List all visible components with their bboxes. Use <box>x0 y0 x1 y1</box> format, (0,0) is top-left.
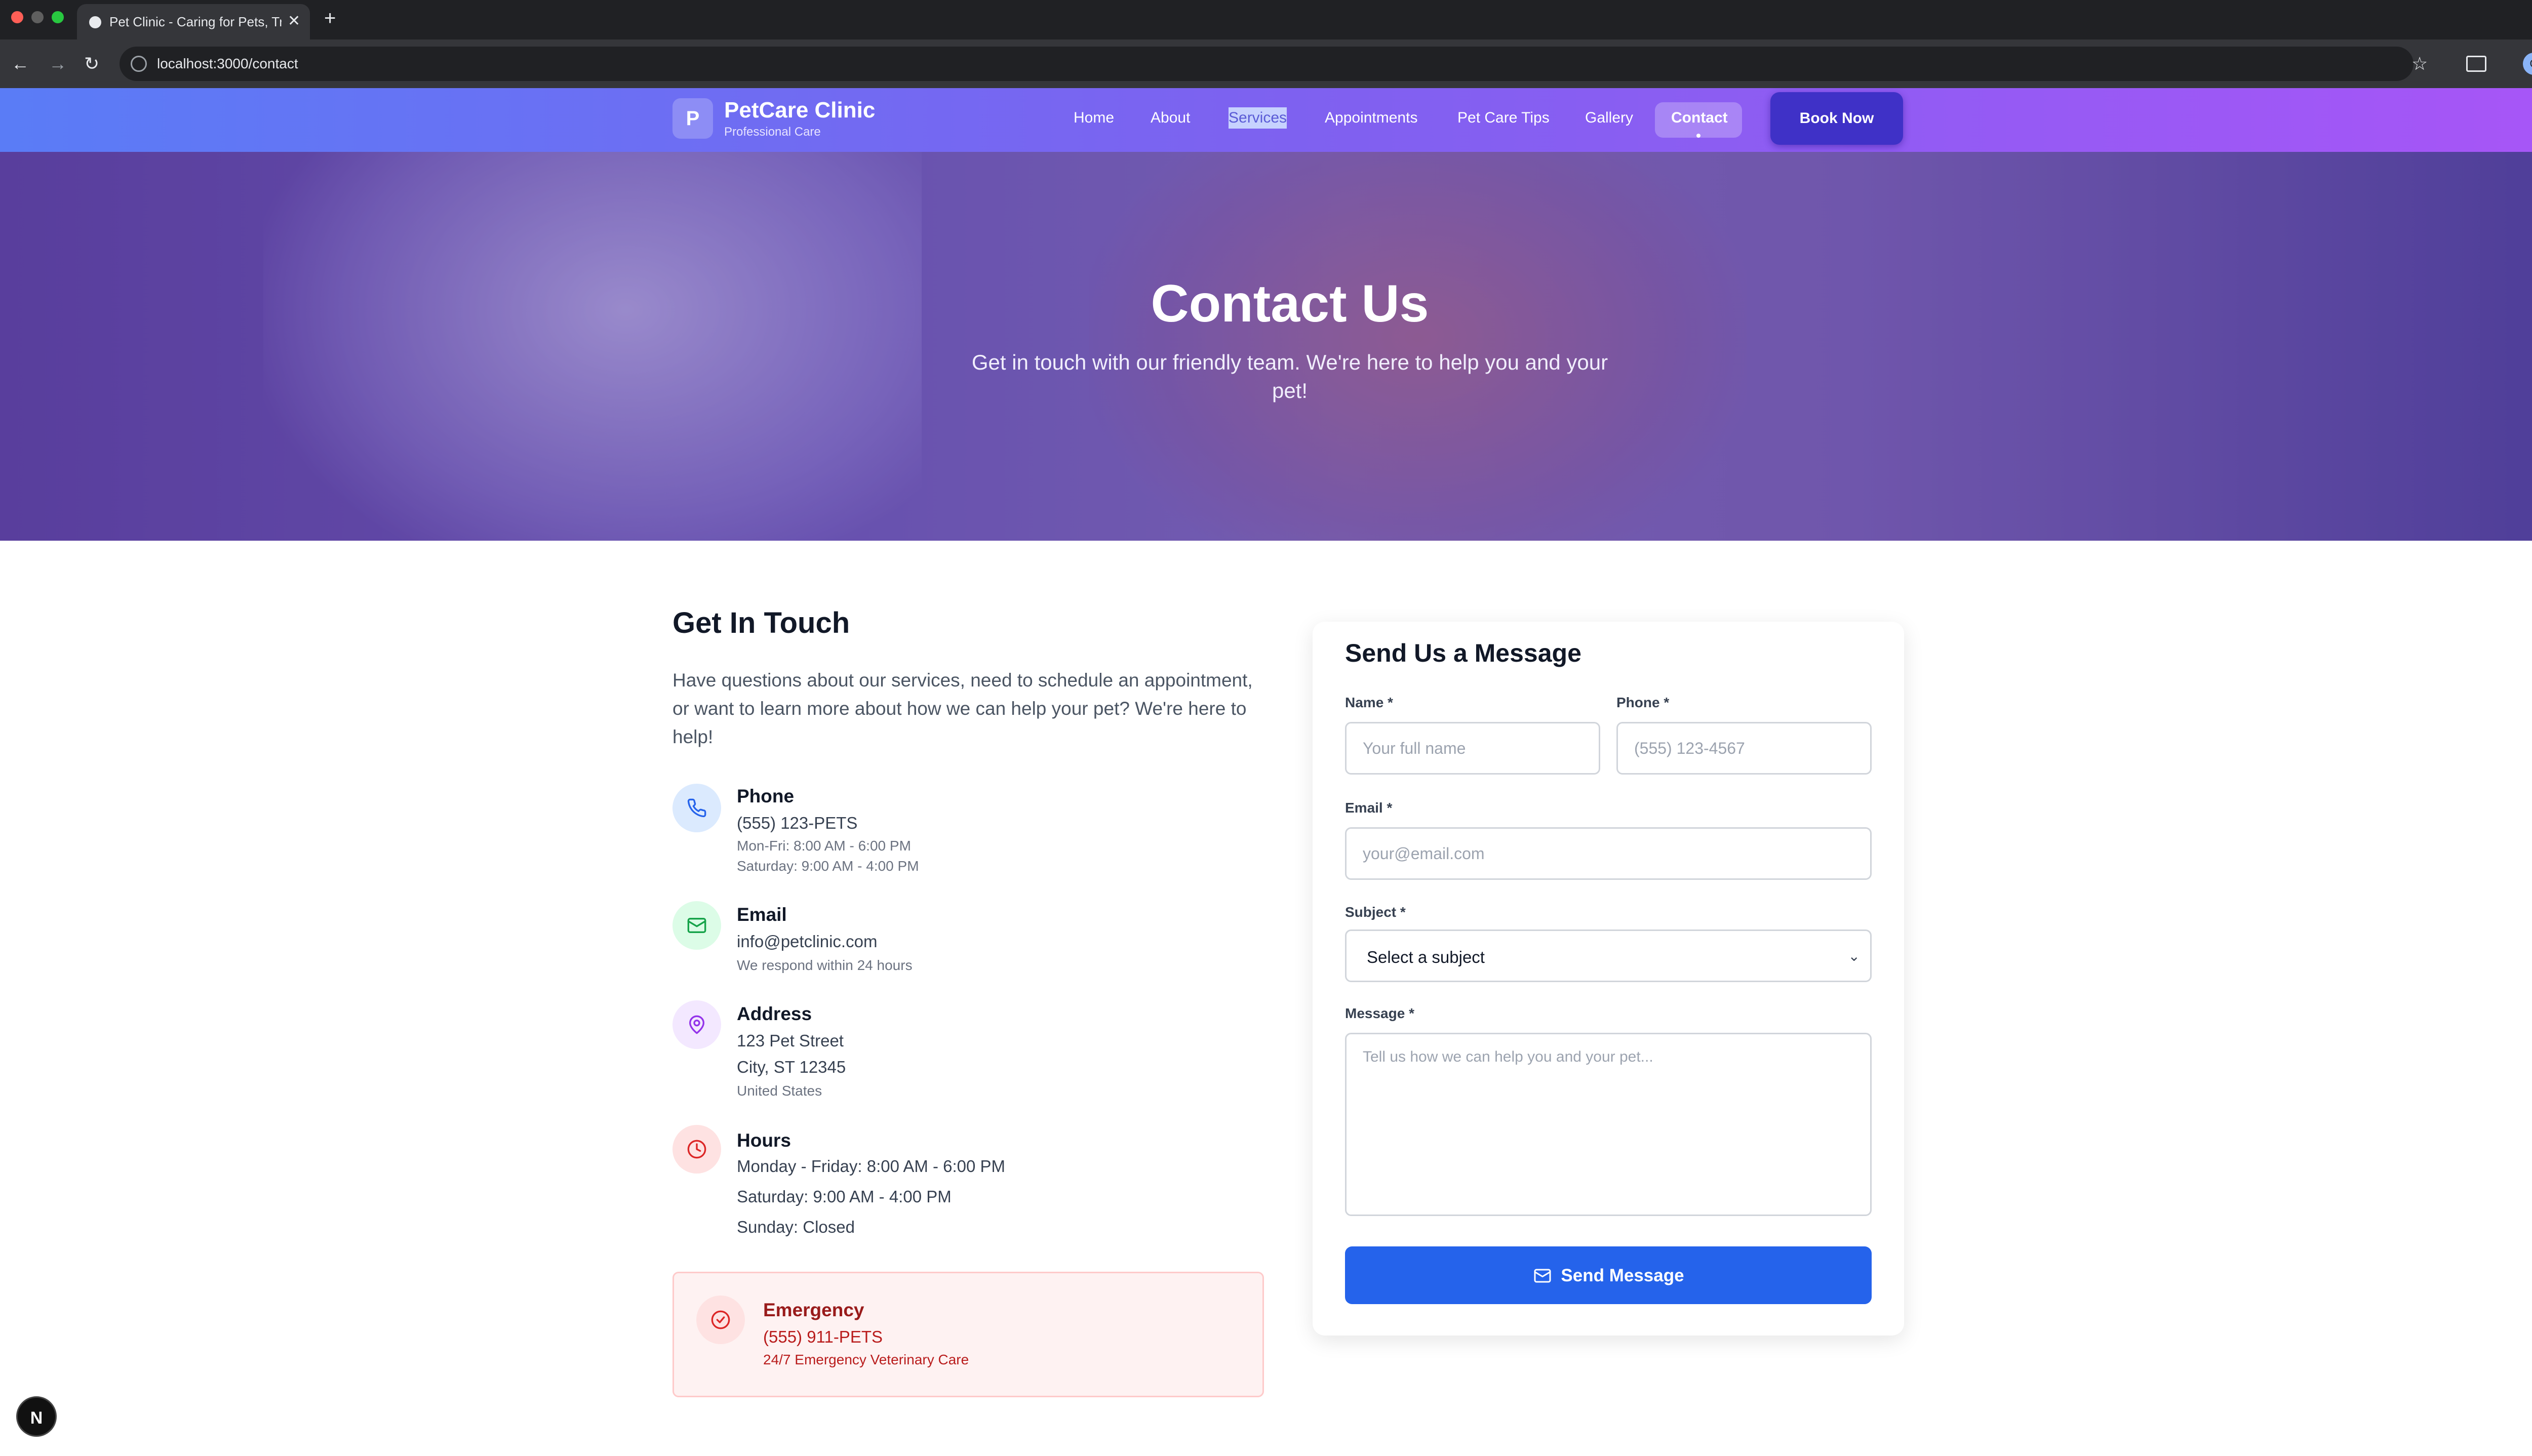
forward-icon[interactable]: → <box>49 53 67 75</box>
address-bar[interactable]: localhost:3000/contact ☆ <box>120 47 2428 81</box>
phone-title: Phone <box>737 786 795 806</box>
address-title: Address <box>737 1003 812 1024</box>
new-tab-button[interactable]: + <box>324 6 336 30</box>
subject-label: Subject * <box>1345 904 1406 920</box>
logo-icon[interactable]: P <box>672 98 713 139</box>
subject-selected-value: Select a subject <box>1367 948 1485 966</box>
nav-about[interactable]: About <box>1151 107 1190 129</box>
phone-icon <box>672 784 721 832</box>
address-city: City, ST 12345 <box>737 1058 846 1076</box>
site-header: P PetCare Clinic Professional Care Home … <box>0 88 2532 152</box>
tab-close-icon[interactable]: ✕ <box>288 12 300 30</box>
bookmark-star-icon[interactable]: ☆ <box>2411 53 2428 75</box>
browser-tab[interactable]: Pet Clinic - Caring for Pets, Tr ✕ <box>77 4 310 39</box>
hero-banner: Contact Us Get in touch with our friendl… <box>0 152 2532 541</box>
minimize-window-button[interactable] <box>31 11 44 23</box>
tab-title: Pet Clinic - Caring for Pets, Tr <box>109 14 282 29</box>
message-field[interactable] <box>1345 1033 1872 1216</box>
nav-services[interactable]: Services <box>1229 107 1287 129</box>
send-message-button[interactable]: Send Message <box>1345 1246 1872 1304</box>
get-in-touch-heading: Get In Touch <box>672 606 850 639</box>
map-pin-icon <box>672 1000 721 1049</box>
email-label: Email * <box>1345 800 1393 816</box>
address-street: 123 Pet Street <box>737 1031 844 1050</box>
phone-hours-saturday: Saturday: 9:00 AM - 4:00 PM <box>737 858 919 874</box>
form-title: Send Us a Message <box>1345 639 1581 667</box>
email-response-note: We respond within 24 hours <box>737 957 913 973</box>
nav-contact[interactable]: Contact <box>1671 107 1728 129</box>
browser-toolbar: ← → ↻ localhost:3000/contact ☆ O ⋮ <box>0 39 2532 88</box>
hours-sunday: Sunday: Closed <box>737 1218 855 1236</box>
hours-saturday: Saturday: 9:00 AM - 4:00 PM <box>737 1187 952 1206</box>
mail-icon <box>672 901 721 950</box>
book-now-button[interactable]: Book Now <box>1770 92 1903 145</box>
contact-intro: Have questions about our services, need … <box>672 670 1253 747</box>
nav-home[interactable]: Home <box>1074 107 1114 129</box>
brand-tagline: Professional Care <box>724 125 821 139</box>
phone-field[interactable] <box>1616 722 1872 775</box>
tab-favicon-icon <box>89 16 101 28</box>
phone-label: Phone * <box>1616 695 1670 710</box>
maximize-window-button[interactable] <box>52 11 64 23</box>
nav-gallery[interactable]: Gallery <box>1585 107 1633 129</box>
back-icon[interactable]: ← <box>11 53 29 75</box>
url-text[interactable]: localhost:3000/contact <box>157 55 298 73</box>
phone-number[interactable]: (555) 123-PETS <box>737 812 857 834</box>
nav-active-dot <box>1696 134 1700 138</box>
email-title: Email <box>737 904 787 925</box>
message-label: Message * <box>1345 1005 1414 1021</box>
name-label: Name * <box>1345 695 1393 710</box>
chevron-down-icon: ⌄ <box>1848 948 1860 964</box>
close-window-button[interactable] <box>11 11 23 23</box>
emergency-title: Emergency <box>763 1300 864 1320</box>
send-message-label: Send Message <box>1561 1266 1684 1285</box>
hero-subtitle: Get in touch with our friendly team. We'… <box>971 350 1608 402</box>
email-field[interactable] <box>1345 827 1872 880</box>
hero-title: Contact Us <box>1151 274 1429 333</box>
site-info-icon[interactable] <box>131 56 147 72</box>
hours-weekdays: Monday - Friday: 8:00 AM - 6:00 PM <box>737 1157 1006 1176</box>
subject-select[interactable]: Select a subject ⌄ <box>1345 929 1872 982</box>
tab-search-icon[interactable] <box>2466 56 2486 72</box>
email-address[interactable]: info@petclinic.com <box>737 931 877 953</box>
hours-title: Hours <box>737 1130 791 1151</box>
hero-overlay <box>0 152 2532 541</box>
nav-pet-care-tips[interactable]: Pet Care Tips <box>1457 107 1550 129</box>
name-field[interactable] <box>1345 722 1600 775</box>
browser-tab-bar: Pet Clinic - Caring for Pets, Tr ✕ + <box>0 0 2532 39</box>
dev-tools-badge[interactable]: N <box>16 1396 57 1437</box>
emergency-card: Emergency (555) 911-PETS 24/7 Emergency … <box>672 1272 1264 1397</box>
reload-icon[interactable]: ↻ <box>84 53 99 75</box>
emergency-note: 24/7 Emergency Veterinary Care <box>763 1352 969 1367</box>
emergency-phone[interactable]: (555) 911-PETS <box>763 1326 883 1348</box>
nav-appointments[interactable]: Appointments <box>1325 107 1417 129</box>
phone-hours-weekday: Mon-Fri: 8:00 AM - 6:00 PM <box>737 838 911 854</box>
brand-name[interactable]: PetCare Clinic <box>724 97 875 124</box>
clock-icon <box>672 1125 721 1174</box>
contact-form-card: Send Us a Message Name * Phone * Email *… <box>1313 622 1904 1336</box>
emergency-check-icon <box>696 1296 745 1344</box>
profile-avatar[interactable]: O <box>2523 53 2532 75</box>
address-country: United States <box>737 1083 822 1099</box>
